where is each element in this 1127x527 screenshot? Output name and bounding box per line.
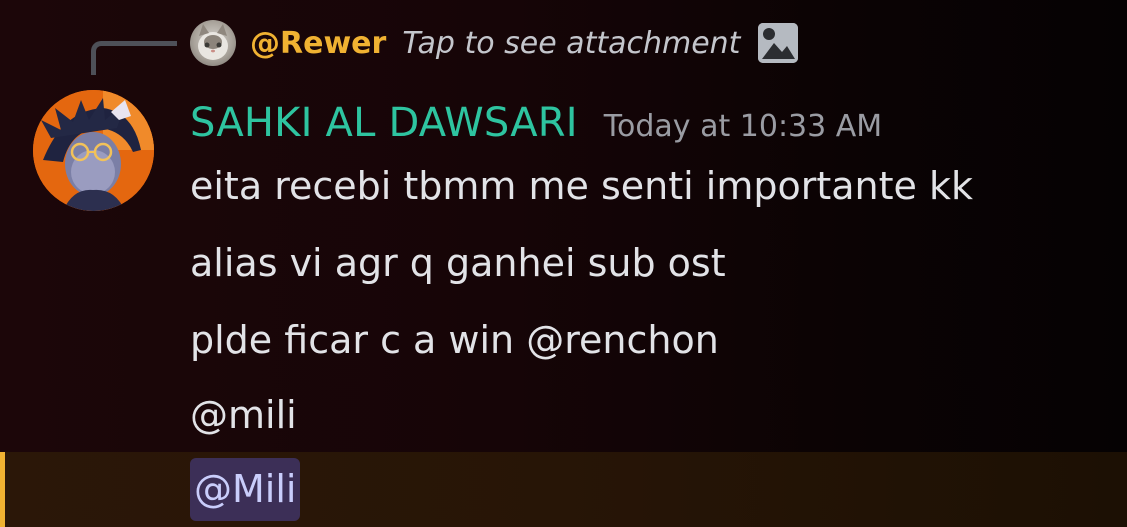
mentioned-message-highlight: [0, 452, 1127, 527]
image-icon: [758, 23, 799, 63]
avatar[interactable]: [33, 90, 154, 211]
message-line: eita recebi tbmm me senti importante kk: [190, 164, 974, 208]
reply-avatar[interactable]: [190, 20, 236, 66]
message-line: @mili: [190, 393, 297, 437]
message-header: SAHKI AL DAWSARI Today at 10:33 AM: [190, 100, 882, 146]
message-timestamp: Today at 10:33 AM: [603, 109, 883, 144]
author-name[interactable]: SAHKI AL DAWSARI: [190, 100, 578, 146]
mention-highlight-bar: [0, 452, 5, 527]
reply-preview-text[interactable]: Tap to see attachment: [402, 26, 740, 61]
reply-username[interactable]: @Rewer: [250, 26, 386, 61]
message-line: plde ficar c a win @renchon: [190, 318, 719, 362]
reply-reference[interactable]: @Rewer Tap to see attachment: [190, 17, 799, 69]
reply-connector: [91, 41, 177, 75]
message-line: alias vi agr q ganhei sub ost: [190, 241, 726, 285]
user-mention[interactable]: @Mili: [190, 458, 301, 521]
